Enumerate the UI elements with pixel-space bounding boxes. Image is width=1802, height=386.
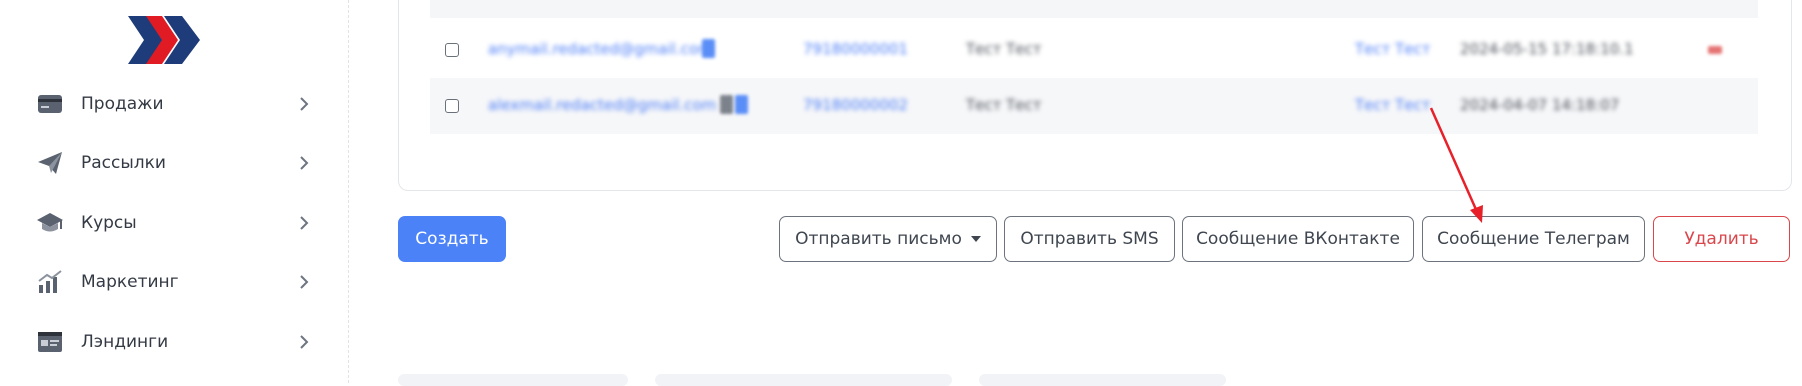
delete-row-icon[interactable] — [1708, 46, 1722, 54]
landing-page-icon — [36, 328, 64, 356]
name-cell: Тест Тест — [966, 40, 1042, 58]
paper-plane-icon — [36, 149, 64, 177]
sidebar-item-label: Лэндинги — [81, 332, 169, 352]
telegram-message-button[interactable]: Сообщение Телеграм — [1422, 216, 1645, 262]
sidebar-item-label: Продажи — [81, 94, 164, 114]
vk-message-button[interactable]: Сообщение ВКонтакте — [1182, 216, 1414, 262]
sidebar-item-sales[interactable]: Продажи — [0, 78, 348, 130]
row-checkbox[interactable] — [445, 43, 459, 57]
chevron-right-icon — [300, 216, 309, 230]
sidebar-item-label: Маркетинг — [81, 272, 179, 292]
sidebar-item-label: Рассылки — [81, 153, 166, 173]
chart-growth-icon — [36, 268, 64, 296]
email-badge-icon — [720, 95, 733, 114]
source-link[interactable]: Тест Тест — [1355, 40, 1431, 58]
create-button[interactable]: Создать — [398, 216, 506, 262]
table-header-strip — [430, 0, 1758, 18]
chevron-right-icon — [300, 335, 309, 349]
send-sms-button[interactable]: Отправить SMS — [1004, 216, 1175, 262]
sidebar-item-landings[interactable]: Лэндинги — [0, 316, 348, 368]
date-cell: 2024-04-07 14:18:07 — [1460, 96, 1620, 114]
graduation-cap-icon — [36, 209, 64, 237]
bottom-tab[interactable] — [398, 374, 628, 386]
bottom-tab[interactable] — [979, 374, 1226, 386]
email-link[interactable]: anymail.redacted@gmail.com — [488, 40, 713, 58]
caret-down-icon — [970, 236, 981, 242]
sidebar-item-mailings[interactable]: Рассылки — [0, 137, 348, 189]
telegram-badge-icon — [735, 95, 748, 114]
sidebar-item-label: Курсы — [81, 213, 137, 233]
send-email-label: Отправить письмо — [795, 229, 962, 249]
telegram-badge-icon — [702, 39, 715, 58]
chevron-right-icon — [300, 156, 309, 170]
row-checkbox[interactable] — [445, 99, 459, 113]
phone-link[interactable]: 79180000002 — [803, 96, 908, 114]
send-email-dropdown-button[interactable]: Отправить письмо — [779, 216, 997, 262]
source-link[interactable]: Тест Тест — [1355, 96, 1431, 114]
sidebar: Продажи Рассылки Курсы Маркетинг Лэндинг… — [0, 0, 349, 383]
date-cell: 2024-05-15 17:18:10.1 — [1460, 40, 1634, 58]
chevron-right-icon — [300, 97, 309, 111]
table-row: alexmail.redacted@gmail.com 79180000002 … — [430, 78, 1758, 134]
sidebar-item-courses[interactable]: Курсы — [0, 197, 348, 249]
table-row: anymail.redacted@gmail.com 79180000001 Т… — [430, 22, 1758, 78]
chevron-right-icon — [300, 275, 309, 289]
sidebar-item-marketing[interactable]: Маркетинг — [0, 256, 348, 308]
email-link[interactable]: alexmail.redacted@gmail.com — [488, 96, 716, 114]
logo[interactable] — [128, 16, 208, 64]
name-cell: Тест Тест — [966, 96, 1042, 114]
card-icon — [36, 90, 64, 118]
delete-button[interactable]: Удалить — [1653, 216, 1790, 262]
phone-link[interactable]: 79180000001 — [803, 40, 908, 58]
bottom-tab[interactable] — [655, 374, 952, 386]
